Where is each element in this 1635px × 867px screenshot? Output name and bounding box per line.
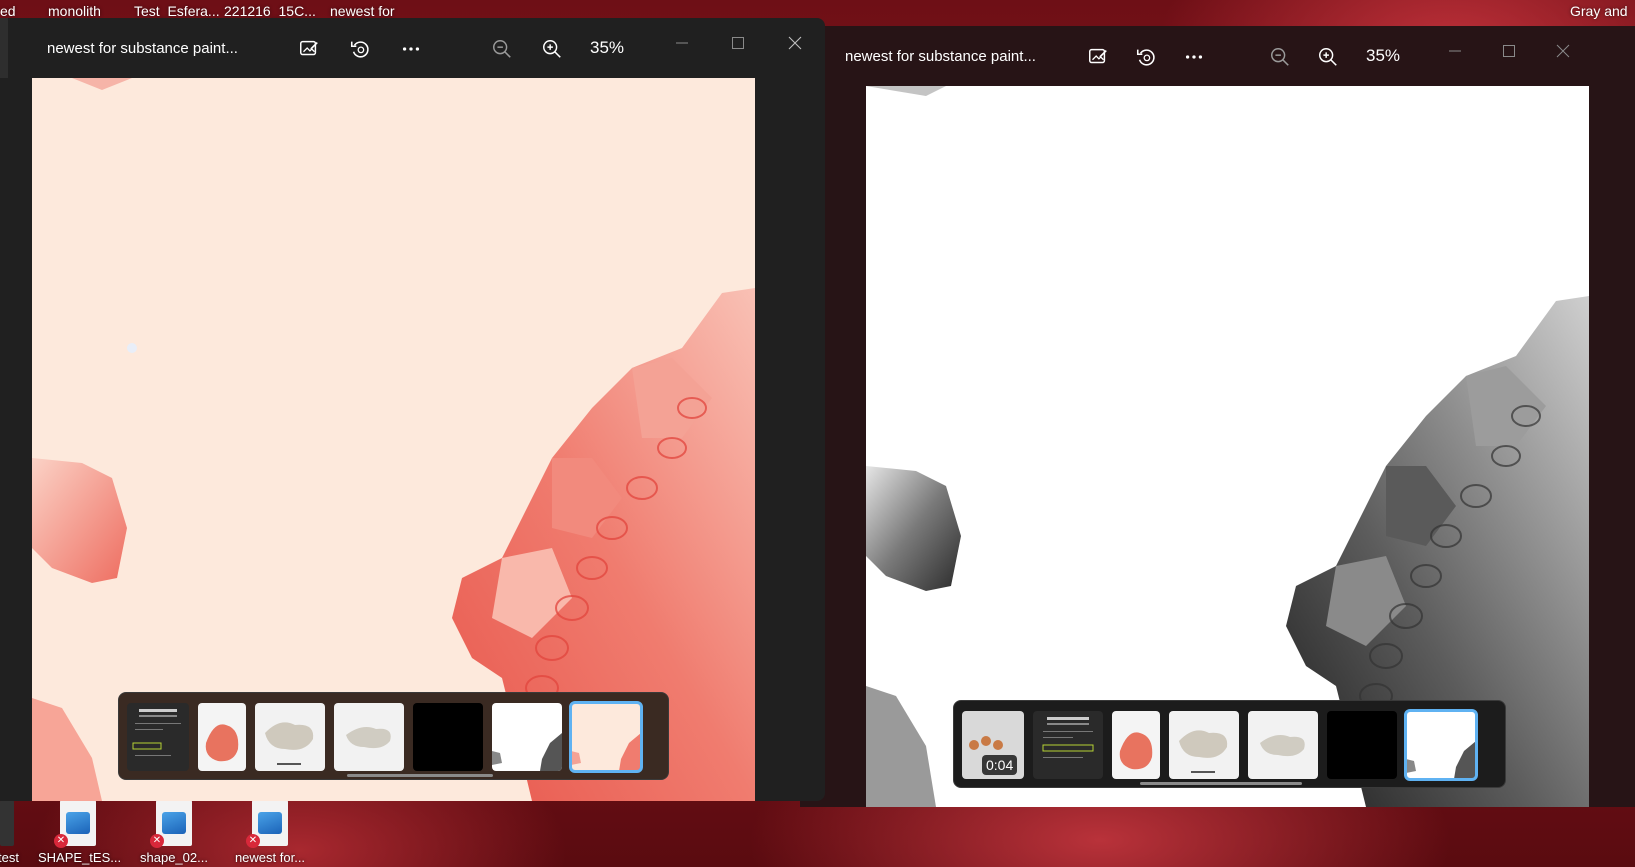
- close-button[interactable]: [1548, 36, 1578, 66]
- desktop-label[interactable]: 221216_15C...: [224, 3, 316, 19]
- zoom-in-icon[interactable]: [540, 37, 564, 61]
- thumbnail-black[interactable]: [1327, 711, 1397, 779]
- desktop-label[interactable]: ed: [0, 3, 16, 19]
- edit-image-icon[interactable]: [1086, 45, 1110, 69]
- desktop-label[interactable]: Test_Esfera...: [134, 3, 220, 19]
- maximize-button[interactable]: [1494, 36, 1524, 66]
- rotate-icon[interactable]: [1134, 45, 1158, 69]
- thumbnail-gray-sculpture[interactable]: [334, 703, 404, 771]
- sync-error-icon: ✕: [246, 834, 260, 848]
- thumbnail-video[interactable]: 0:04: [962, 711, 1024, 779]
- sync-error-icon: ✕: [150, 834, 164, 848]
- desktop-icon-image-file[interactable]: ✕ newest for...: [230, 800, 310, 865]
- thumbnail-pink-object[interactable]: [1112, 711, 1160, 779]
- window-title: newest for substance paint...: [47, 40, 238, 57]
- file-icon: [0, 800, 14, 846]
- more-options-icon[interactable]: [1182, 45, 1206, 69]
- close-button[interactable]: [780, 28, 810, 58]
- desktop-icon-label: SHAPE_tES...: [38, 850, 122, 865]
- zoom-level[interactable]: 35%: [590, 38, 624, 58]
- image-file-icon: ✕: [150, 800, 192, 848]
- thumbnail-gray-shape-selected[interactable]: [1404, 709, 1478, 781]
- zoom-level[interactable]: 35%: [1366, 46, 1400, 66]
- desktop-icon-label: newest for...: [234, 850, 306, 865]
- grayscale-artwork: [866, 86, 1589, 807]
- thumbnail-gray-shape[interactable]: [492, 703, 562, 771]
- title-bar: newest for substance paint... 35%: [0, 18, 825, 78]
- zoom-in-icon[interactable]: [1316, 45, 1340, 69]
- more-options-icon[interactable]: [399, 37, 423, 61]
- desktop-icon-label: shape_02...: [140, 850, 208, 865]
- image-file-icon: ✕: [246, 800, 288, 848]
- rotate-icon[interactable]: [348, 37, 372, 61]
- thumbnail-gray-sculpture[interactable]: [1169, 711, 1239, 779]
- desktop-label[interactable]: newest for: [330, 3, 395, 19]
- filmstrip: 0:04: [953, 700, 1506, 788]
- zoom-out-icon[interactable]: [1268, 45, 1292, 69]
- image-file-icon: ✕: [54, 800, 96, 848]
- video-duration: 0:04: [982, 755, 1018, 775]
- window-title: newest for substance paint...: [845, 48, 1036, 65]
- thumbnail-gray-sculpture[interactable]: [1248, 711, 1318, 779]
- filmstrip-scrollbar[interactable]: [1140, 782, 1302, 785]
- minimize-button[interactable]: [1440, 36, 1470, 66]
- desktop-icon-image-file[interactable]: ✕ SHAPE_tES...: [38, 800, 122, 865]
- thumbnail-document[interactable]: [1033, 711, 1103, 779]
- maximize-button[interactable]: [723, 28, 753, 58]
- sync-error-icon: ✕: [54, 834, 68, 848]
- filmstrip-scrollbar[interactable]: [347, 774, 493, 777]
- title-bar: newest for substance paint... 35%: [792, 26, 1635, 86]
- zoom-out-icon[interactable]: [490, 37, 514, 61]
- thumbnail-pink-object[interactable]: [198, 703, 246, 771]
- minimize-button[interactable]: [667, 28, 697, 58]
- thumbnail-gray-sculpture[interactable]: [255, 703, 325, 771]
- thumbnail-black[interactable]: [413, 703, 483, 771]
- desktop-label[interactable]: monolith: [48, 3, 101, 19]
- photos-window-left: newest for substance paint... 35%: [0, 18, 825, 801]
- image-canvas[interactable]: [866, 86, 1589, 807]
- thumbnail-pink-shape-selected[interactable]: [569, 701, 643, 773]
- desktop-label[interactable]: Gray and: [1570, 3, 1628, 19]
- filmstrip: [118, 692, 669, 780]
- thumbnail-document[interactable]: [127, 703, 189, 771]
- desktop-icon-image-file[interactable]: ✕ shape_02...: [134, 800, 214, 865]
- edit-image-icon[interactable]: [297, 37, 321, 61]
- photos-window-right: newest for substance paint... 35% 0:04: [792, 26, 1635, 807]
